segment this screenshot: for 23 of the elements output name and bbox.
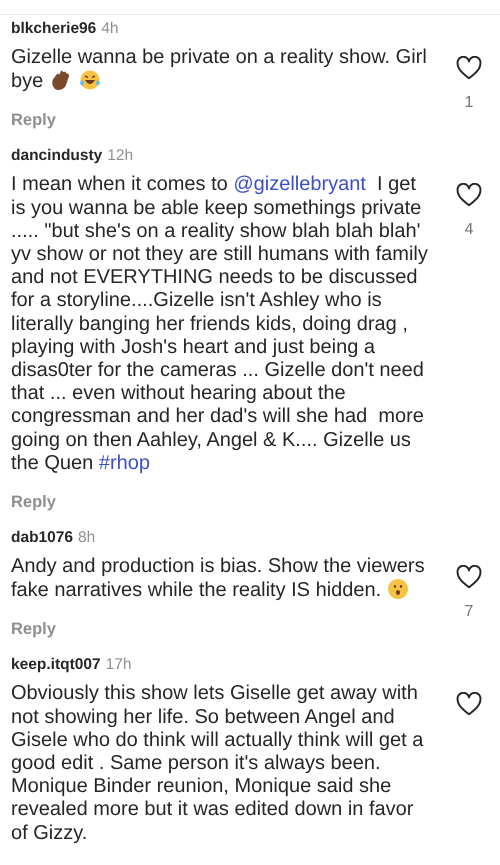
like-button[interactable]: [456, 565, 482, 590]
comment-time: 12h: [107, 147, 134, 166]
like-count: 7: [464, 603, 474, 622]
like-count: 4: [464, 221, 474, 240]
username[interactable]: blkcherie96: [11, 20, 96, 38]
username[interactable]: dab1076: [11, 529, 74, 548]
comment-time: 17h: [106, 656, 132, 674]
comment-time: 8h: [78, 529, 96, 548]
mention-link[interactable]: @gizellebryant: [233, 173, 366, 196]
surprised-face-icon: [386, 578, 409, 600]
username[interactable]: keep.itqt007: [11, 656, 101, 674]
like-button[interactable]: [456, 56, 482, 80]
laughing-face-icon: [78, 69, 101, 92]
hashtag-link[interactable]: #rhop: [98, 452, 150, 474]
like-count: 1: [464, 94, 474, 112]
comment-time: 4h: [101, 20, 119, 38]
like-button[interactable]: [456, 692, 482, 716]
like-button[interactable]: [456, 183, 482, 208]
username[interactable]: dancindusty: [11, 147, 102, 166]
comment-text: I mean when it comes to @gizellebryant I get is you wanna be able keep somethings private ..... "but she's on a reality show blah blah blah' yv show or not they are still humans with family and not EVERYTHING needs to be discussed for a storyline....Gizelle isn't Ashley who is literally banging her friends kids, doing drag , playing with Josh's heart and just being a disas0ter for the cameras ... Gizelle don't need that ... even without hearing about the congressman and her dad's will she had more going on then Aahley, Angel & K.... Gizelle us the Quen #rhop: [11, 173, 429, 476]
comment-text: Obviously this show lets Giselle get away with not showing her life. So between Angel and Gisele who do think will actually think will get a good edit . Same person it's always been. Monique Binder reunion, Monique said she revealed more but it was edited down in favor of Gizzy.: [11, 682, 424, 845]
comment-text: Gizelle wanna be private on a reality show. Girl bye: [11, 46, 428, 94]
comment-text: Andy and production is bias. Show the viewers fake narratives while the reality IS hidden.: [11, 555, 426, 602]
